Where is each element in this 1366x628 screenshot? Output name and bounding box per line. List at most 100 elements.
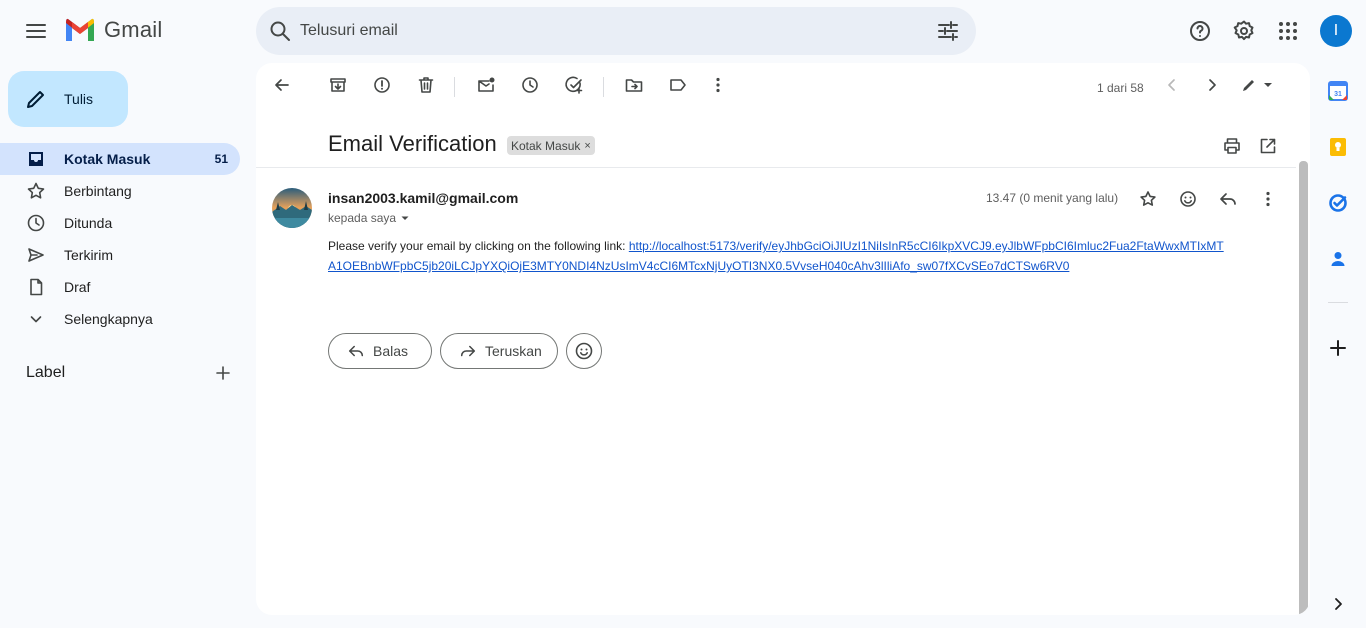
sidebar-item-label: Ditunda [64, 215, 113, 231]
top-bar: Gmail I [0, 0, 1366, 62]
print-icon[interactable] [1222, 136, 1242, 156]
sidebar-item-inbox[interactable]: Kotak Masuk 51 [0, 143, 240, 175]
pencil-icon [27, 91, 44, 108]
sender-email[interactable]: insan2003.kamil@gmail.com [328, 190, 518, 206]
chevron-down-icon [30, 316, 42, 323]
trash-icon[interactable] [416, 75, 436, 95]
clock-icon [27, 214, 45, 232]
chevron-right-icon [1335, 598, 1342, 610]
send-icon [28, 248, 44, 262]
add-reaction-icon[interactable] [1178, 189, 1198, 209]
search-options-icon[interactable] [936, 19, 960, 43]
emoji-reaction-button[interactable] [566, 333, 602, 369]
report-spam-icon[interactable] [372, 75, 392, 95]
forward-icon [460, 345, 476, 357]
apps-button[interactable] [1268, 11, 1308, 51]
reply-label: Balas [373, 343, 409, 359]
gmail-logo[interactable]: Gmail [64, 17, 162, 43]
label-chip-text: Kotak Masuk [511, 138, 581, 153]
settings-button[interactable] [1224, 11, 1264, 51]
snooze-clock-icon[interactable] [520, 75, 540, 95]
toolbar-divider [603, 77, 604, 97]
sidebar-item-starred[interactable]: Berbintang [0, 175, 240, 207]
more-vert-icon[interactable] [1258, 189, 1278, 209]
search-bar[interactable] [256, 7, 976, 55]
message-timestamp: 13.47 (0 menit yang lalu) [986, 191, 1119, 205]
search-icon[interactable] [268, 19, 292, 43]
move-to-folder-icon[interactable] [624, 75, 644, 95]
archive-icon[interactable] [328, 75, 348, 95]
scrollbar-thumb[interactable] [1299, 161, 1308, 615]
remove-label-icon[interactable]: × [584, 140, 590, 152]
compose-label: Tulis [64, 91, 94, 107]
keep-icon [1330, 138, 1346, 156]
main-menu-button[interactable] [16, 11, 56, 51]
sidebar-item-snoozed[interactable]: Ditunda [0, 207, 240, 239]
forward-label: Teruskan [485, 343, 542, 359]
add-task-icon[interactable] [564, 75, 584, 95]
sidebar-nav: Kotak Masuk 51 Berbintang Ditunda Terkir… [0, 143, 240, 335]
sender-avatar-image [272, 188, 312, 228]
email-body: Please verify your email by clicking on … [328, 236, 1228, 276]
star-icon[interactable] [1138, 189, 1158, 209]
back-arrow-icon[interactable] [272, 75, 292, 95]
help-button[interactable] [1180, 11, 1220, 51]
sidebar-item-label: Draf [64, 279, 91, 295]
calendar-icon: 31 [1328, 81, 1348, 101]
side-panel-divider [1328, 302, 1348, 303]
label-icon[interactable] [668, 75, 688, 95]
compose-button[interactable]: Tulis [8, 71, 128, 127]
sidebar-item-label: Terkirim [64, 247, 113, 263]
pagination-text: 1 dari 58 [1097, 81, 1144, 95]
sidebar-item-more[interactable]: Selengkapnya [0, 303, 240, 335]
unread-count: 51 [214, 152, 228, 166]
labels-heading: Label [26, 364, 66, 381]
more-vert-icon[interactable] [708, 75, 728, 95]
search-input[interactable] [300, 19, 900, 43]
star-icon [27, 182, 45, 199]
chevron-left-icon[interactable] [1162, 75, 1182, 95]
calendar-app-button[interactable]: 31 [1326, 79, 1350, 103]
apps-grid-icon [1279, 22, 1297, 40]
account-avatar[interactable]: I [1320, 15, 1352, 47]
contacts-icon [1331, 252, 1345, 266]
gmail-m-icon [66, 18, 94, 41]
contacts-app-button[interactable] [1326, 247, 1350, 271]
scrollbar[interactable] [1298, 111, 1310, 615]
reply-icon[interactable] [1218, 189, 1238, 209]
plus-icon [1330, 340, 1346, 356]
sidebar-item-drafts[interactable]: Draf [0, 271, 240, 303]
open-in-new-window-icon[interactable] [1258, 136, 1278, 156]
mark-unread-icon[interactable] [476, 75, 496, 95]
tasks-icon [1329, 194, 1347, 212]
header-divider [256, 167, 1296, 168]
forward-button[interactable]: Teruskan [440, 333, 558, 369]
recipient-details[interactable]: kepada saya [328, 211, 412, 225]
email-subject: Email Verification [328, 131, 497, 156]
inbox-icon [29, 152, 43, 166]
keep-app-button[interactable] [1326, 135, 1350, 159]
message-toolbar: 1 dari 58 [256, 63, 1310, 111]
sender-avatar[interactable] [272, 188, 312, 228]
menu-icon [26, 24, 46, 38]
add-label-icon[interactable] [212, 362, 234, 384]
emoji-icon [575, 342, 593, 360]
input-tools-icon[interactable] [1240, 75, 1276, 95]
sidebar-item-label: Kotak Masuk [64, 151, 151, 167]
get-addons-button[interactable] [1326, 336, 1350, 360]
tasks-app-button[interactable] [1326, 191, 1350, 215]
gear-icon [1233, 20, 1254, 41]
body-intro-text: Please verify your email by clicking on … [328, 239, 629, 253]
hide-side-panel-button[interactable] [1326, 592, 1350, 616]
inbox-label-chip[interactable]: Kotak Masuk × [507, 136, 595, 155]
reply-button[interactable]: Balas [328, 333, 432, 369]
recipient-text: kepada saya [328, 211, 397, 225]
message-view: 1 dari 58 Email Verification Kotak Masuk… [256, 63, 1310, 615]
draft-icon [30, 278, 43, 296]
chevron-right-icon[interactable] [1202, 75, 1222, 95]
labels-section: Label [26, 362, 234, 384]
sidebar-item-sent[interactable]: Terkirim [0, 239, 240, 271]
sidebar-item-label: Berbintang [64, 183, 132, 199]
reply-icon [348, 345, 364, 357]
sidebar-item-label: Selengkapnya [64, 311, 153, 327]
